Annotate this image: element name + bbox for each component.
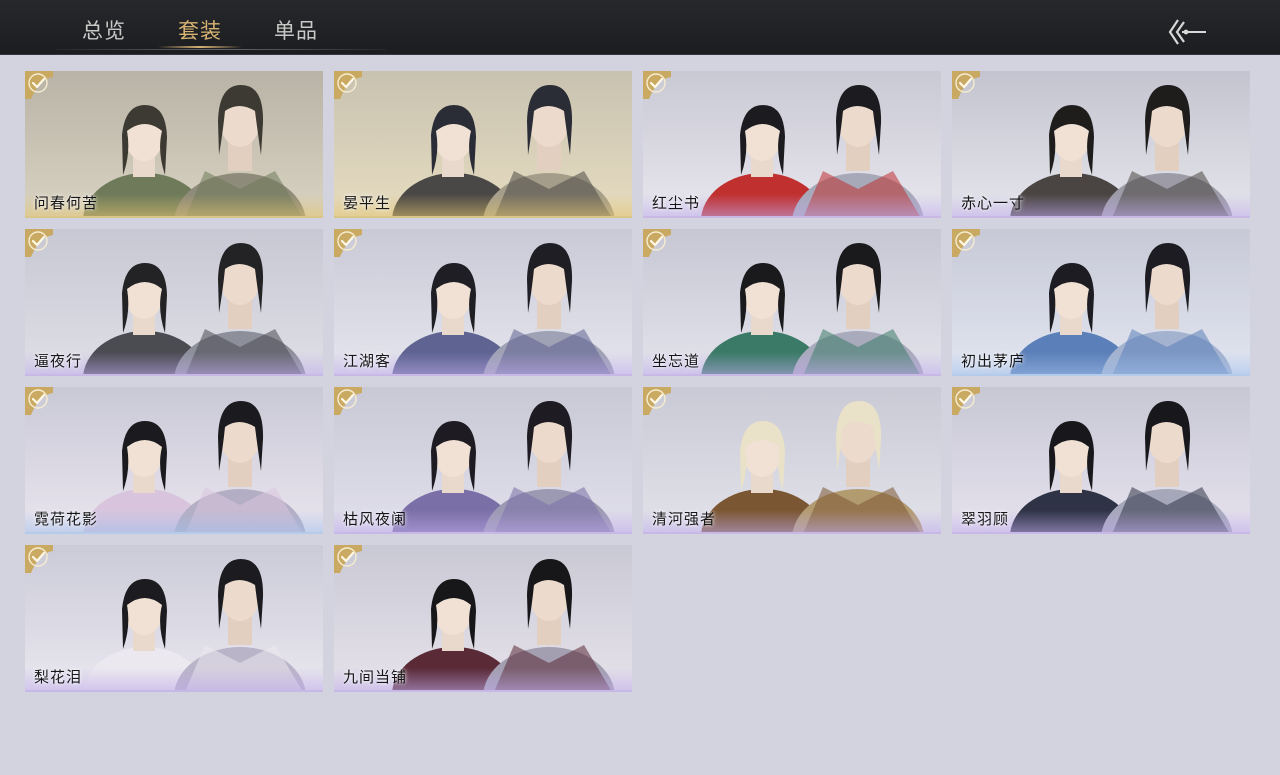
outfit-card[interactable]: 九间当铺	[334, 545, 632, 692]
active-tab-indicator	[158, 46, 242, 48]
outfit-card[interactable]: 问春何苦	[25, 71, 323, 218]
back-arrow-icon	[1168, 19, 1206, 45]
outfit-name: 红尘书	[652, 194, 701, 212]
tab-label: 总览	[82, 19, 126, 43]
outfit-name: 枯风夜阑	[343, 510, 408, 528]
tab-overview[interactable]: 总览	[56, 0, 152, 54]
top-nav-bar: 总览 套装 单品	[0, 0, 1280, 55]
checkmark-badge-icon	[334, 229, 362, 257]
category-tabs: 总览 套装 单品	[56, 0, 344, 54]
outfit-card[interactable]: 江湖客	[334, 229, 632, 376]
outfit-card[interactable]: 枯风夜阑	[334, 387, 632, 534]
outfit-name: 江湖客	[343, 352, 392, 370]
checkmark-badge-icon	[334, 71, 362, 99]
outfit-name: 梨花泪	[34, 668, 83, 686]
tab-items[interactable]: 单品	[248, 0, 344, 54]
tabs-divider	[56, 49, 386, 50]
outfit-card[interactable]: 红尘书	[643, 71, 941, 218]
checkmark-badge-icon	[334, 545, 362, 573]
checkmark-badge-icon	[25, 387, 53, 415]
checkmark-badge-icon	[643, 71, 671, 99]
outfit-name: 赤心一寸	[961, 194, 1026, 212]
outfit-card[interactable]: 霓荷花影	[25, 387, 323, 534]
checkmark-badge-icon	[334, 387, 362, 415]
outfit-name: 霓荷花影	[34, 510, 99, 528]
checkmark-badge-icon	[952, 229, 980, 257]
outfit-name: 问春何苦	[34, 194, 99, 212]
outfit-name: 九间当铺	[343, 668, 408, 686]
outfit-card[interactable]: 清河强者	[643, 387, 941, 534]
outfit-card[interactable]: 初出茅庐	[952, 229, 1250, 376]
outfit-card[interactable]: 梨花泪	[25, 545, 323, 692]
outfit-card[interactable]: 坐忘道	[643, 229, 941, 376]
checkmark-badge-icon	[643, 229, 671, 257]
outfit-card[interactable]: 翠羽顾	[952, 387, 1250, 534]
checkmark-badge-icon	[25, 71, 53, 99]
outfit-name: 初出茅庐	[961, 352, 1026, 370]
outfit-name: 清河强者	[652, 510, 717, 528]
outfit-name: 翠羽顾	[961, 510, 1010, 528]
outfit-name: 晏平生	[343, 194, 392, 212]
checkmark-badge-icon	[25, 545, 53, 573]
outfit-card[interactable]: 赤心一寸	[952, 71, 1250, 218]
outfit-card[interactable]: 逼夜行	[25, 229, 323, 376]
checkmark-badge-icon	[952, 387, 980, 415]
outfit-name: 坐忘道	[652, 352, 701, 370]
checkmark-badge-icon	[952, 71, 980, 99]
tab-outfits[interactable]: 套装	[152, 0, 248, 54]
tab-label: 单品	[274, 19, 318, 43]
outfit-grid: 问春何苦 晏平生 红尘书 赤心一寸逼夜行 江湖客 坐忘道 初出茅庐霓荷花影 枯风夜阑 清河强者 翠…	[25, 71, 1250, 692]
outfit-name: 逼夜行	[34, 352, 83, 370]
tab-label: 套装	[178, 19, 222, 43]
back-button[interactable]	[1162, 14, 1210, 50]
checkmark-badge-icon	[25, 229, 53, 257]
outfit-card[interactable]: 晏平生	[334, 71, 632, 218]
checkmark-badge-icon	[643, 387, 671, 415]
